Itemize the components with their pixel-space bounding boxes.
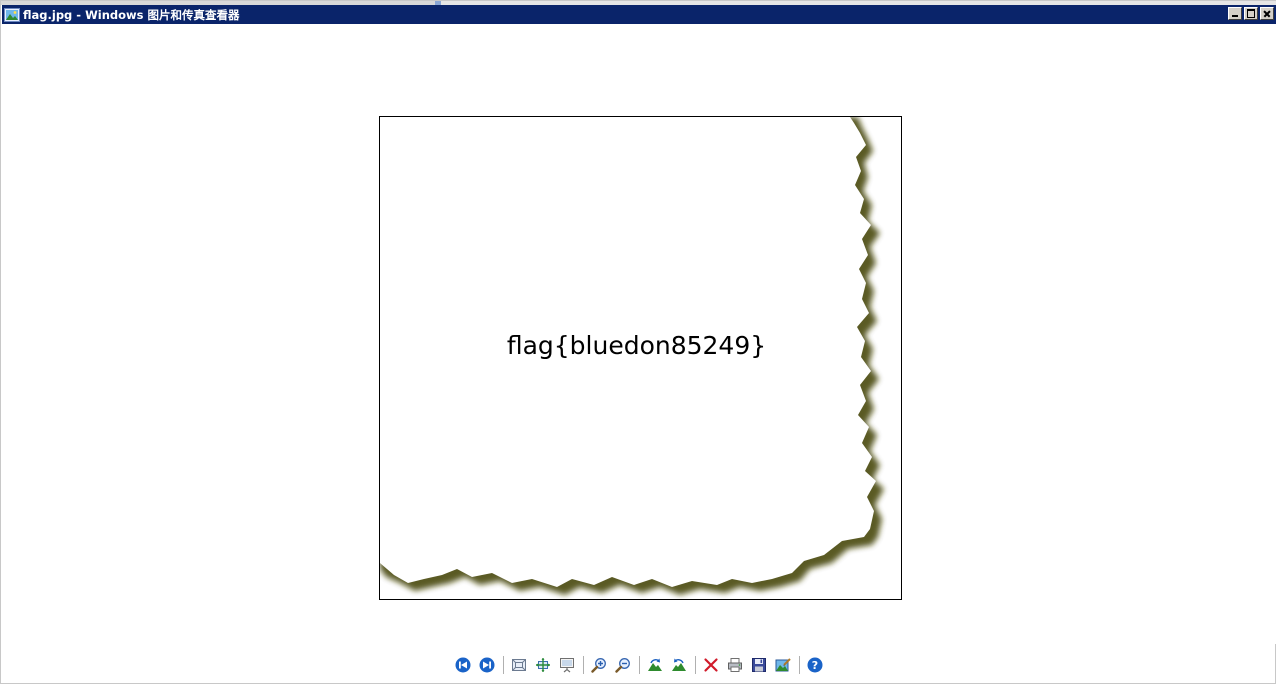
best-fit-button[interactable] bbox=[510, 656, 529, 675]
navigation-group bbox=[454, 656, 497, 675]
print-icon bbox=[728, 658, 742, 672]
slideshow-icon bbox=[560, 658, 574, 673]
toolbar-separator bbox=[502, 656, 504, 674]
viewer-toolbar: ? bbox=[1, 653, 1276, 677]
zoom-out-icon bbox=[615, 658, 630, 673]
title-bar[interactable]: flag.jpg - Windows 图片和传真查看器 bbox=[2, 5, 1276, 24]
help-group: ? bbox=[806, 656, 825, 675]
edit-image-icon bbox=[775, 658, 791, 672]
previous-icon bbox=[455, 657, 471, 673]
previous-image-button[interactable] bbox=[454, 656, 473, 675]
flag-text: flag{bluedon85249} bbox=[506, 331, 767, 360]
actual-size-button[interactable] bbox=[534, 656, 553, 675]
delete-button[interactable] bbox=[702, 656, 721, 675]
print-button[interactable] bbox=[726, 656, 745, 675]
svg-text:?: ? bbox=[812, 659, 818, 672]
toolbar-separator bbox=[798, 656, 800, 674]
zoom-out-button[interactable] bbox=[614, 656, 633, 675]
toolbar-separator bbox=[694, 656, 696, 674]
next-icon bbox=[479, 657, 495, 673]
help-icon: ? bbox=[807, 657, 823, 673]
picture-viewer-app-icon bbox=[4, 7, 20, 22]
displayed-image: flag{bluedon85249} bbox=[379, 116, 902, 600]
rotate-counterclockwise-icon bbox=[672, 658, 686, 671]
help-button[interactable]: ? bbox=[806, 656, 825, 675]
view-group bbox=[510, 656, 577, 675]
window-controls bbox=[1228, 7, 1274, 20]
rotate-group bbox=[646, 656, 689, 675]
toolbar-separator bbox=[582, 656, 584, 674]
image-viewer-window: flag.jpg - Windows 图片和传真查看器 flag{bluedon… bbox=[0, 0, 1276, 684]
zoom-in-button[interactable] bbox=[590, 656, 609, 675]
window-title: flag.jpg - Windows 图片和传真查看器 bbox=[23, 7, 240, 22]
rotate-clockwise-button[interactable] bbox=[646, 656, 665, 675]
file-group bbox=[702, 656, 793, 675]
open-for-editing-button[interactable] bbox=[774, 656, 793, 675]
close-button[interactable] bbox=[1260, 7, 1274, 20]
image-viewport[interactable]: flag{bluedon85249} bbox=[2, 24, 1276, 644]
maximize-button[interactable] bbox=[1244, 7, 1258, 20]
rotate-clockwise-icon bbox=[648, 658, 662, 671]
actual-size-icon bbox=[536, 658, 550, 672]
best-fit-icon bbox=[512, 659, 526, 671]
slideshow-button[interactable] bbox=[558, 656, 577, 675]
toolbar-separator bbox=[638, 656, 640, 674]
save-icon bbox=[752, 658, 766, 672]
delete-icon bbox=[704, 658, 718, 672]
zoom-in-icon bbox=[591, 658, 606, 673]
zoom-group bbox=[590, 656, 633, 675]
copy-to-button[interactable] bbox=[750, 656, 769, 675]
rotate-counterclockwise-button[interactable] bbox=[670, 656, 689, 675]
minimize-button[interactable] bbox=[1228, 7, 1242, 20]
next-image-button[interactable] bbox=[478, 656, 497, 675]
